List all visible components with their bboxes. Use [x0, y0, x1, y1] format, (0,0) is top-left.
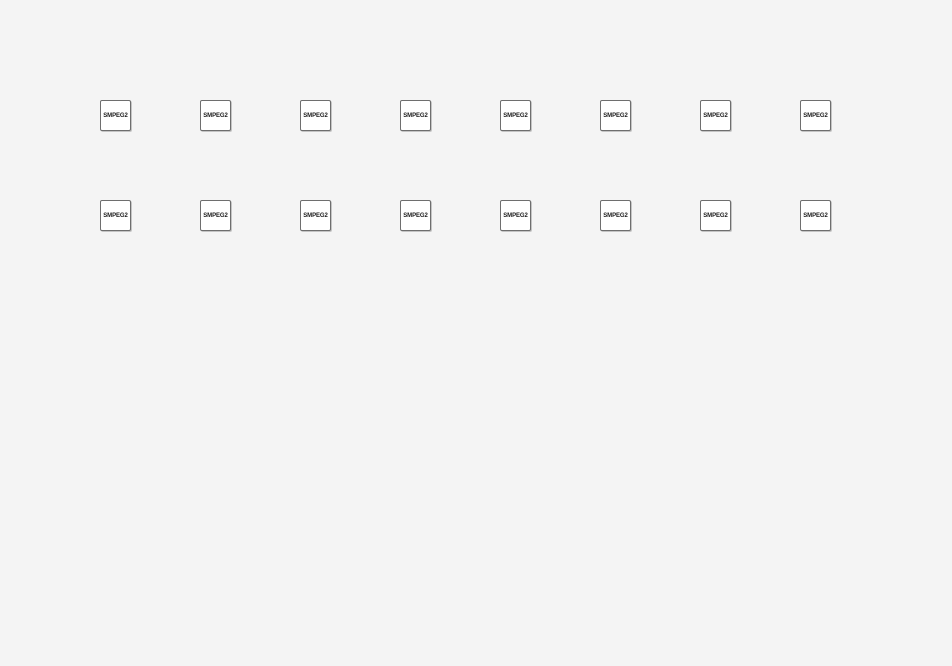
smpeg2-block[interactable]: SMPEG2: [200, 100, 231, 131]
smpeg2-block[interactable]: SMPEG2: [700, 200, 731, 231]
smpeg2-block[interactable]: SMPEG2: [800, 200, 831, 231]
block-label: SMPEG2: [803, 212, 828, 219]
smpeg2-block[interactable]: SMPEG2: [100, 100, 131, 131]
model-canvas[interactable]: SMPEG2 SMPEG2 SMPEG2 SMPEG2 SMPEG2 SMPEG…: [0, 0, 952, 666]
smpeg2-block[interactable]: SMPEG2: [400, 100, 431, 131]
block-label: SMPEG2: [103, 112, 128, 119]
smpeg2-block[interactable]: SMPEG2: [500, 200, 531, 231]
block-label: SMPEG2: [403, 212, 428, 219]
block-label: SMPEG2: [703, 212, 728, 219]
smpeg2-block[interactable]: SMPEG2: [400, 200, 431, 231]
smpeg2-block[interactable]: SMPEG2: [800, 100, 831, 131]
smpeg2-block[interactable]: SMPEG2: [300, 200, 331, 231]
block-label: SMPEG2: [403, 112, 428, 119]
block-label: SMPEG2: [603, 212, 628, 219]
block-label: SMPEG2: [603, 112, 628, 119]
smpeg2-block[interactable]: SMPEG2: [200, 200, 231, 231]
block-grid: SMPEG2 SMPEG2 SMPEG2 SMPEG2 SMPEG2 SMPEG…: [100, 100, 831, 231]
smpeg2-block[interactable]: SMPEG2: [600, 100, 631, 131]
block-label: SMPEG2: [303, 112, 328, 119]
block-label: SMPEG2: [303, 212, 328, 219]
block-label: SMPEG2: [503, 112, 528, 119]
block-label: SMPEG2: [503, 212, 528, 219]
block-label: SMPEG2: [103, 212, 128, 219]
block-label: SMPEG2: [803, 112, 828, 119]
smpeg2-block[interactable]: SMPEG2: [700, 100, 731, 131]
block-label: SMPEG2: [203, 112, 228, 119]
smpeg2-block[interactable]: SMPEG2: [100, 200, 131, 231]
smpeg2-block[interactable]: SMPEG2: [500, 100, 531, 131]
smpeg2-block[interactable]: SMPEG2: [600, 200, 631, 231]
block-label: SMPEG2: [203, 212, 228, 219]
smpeg2-block[interactable]: SMPEG2: [300, 100, 331, 131]
block-label: SMPEG2: [703, 112, 728, 119]
